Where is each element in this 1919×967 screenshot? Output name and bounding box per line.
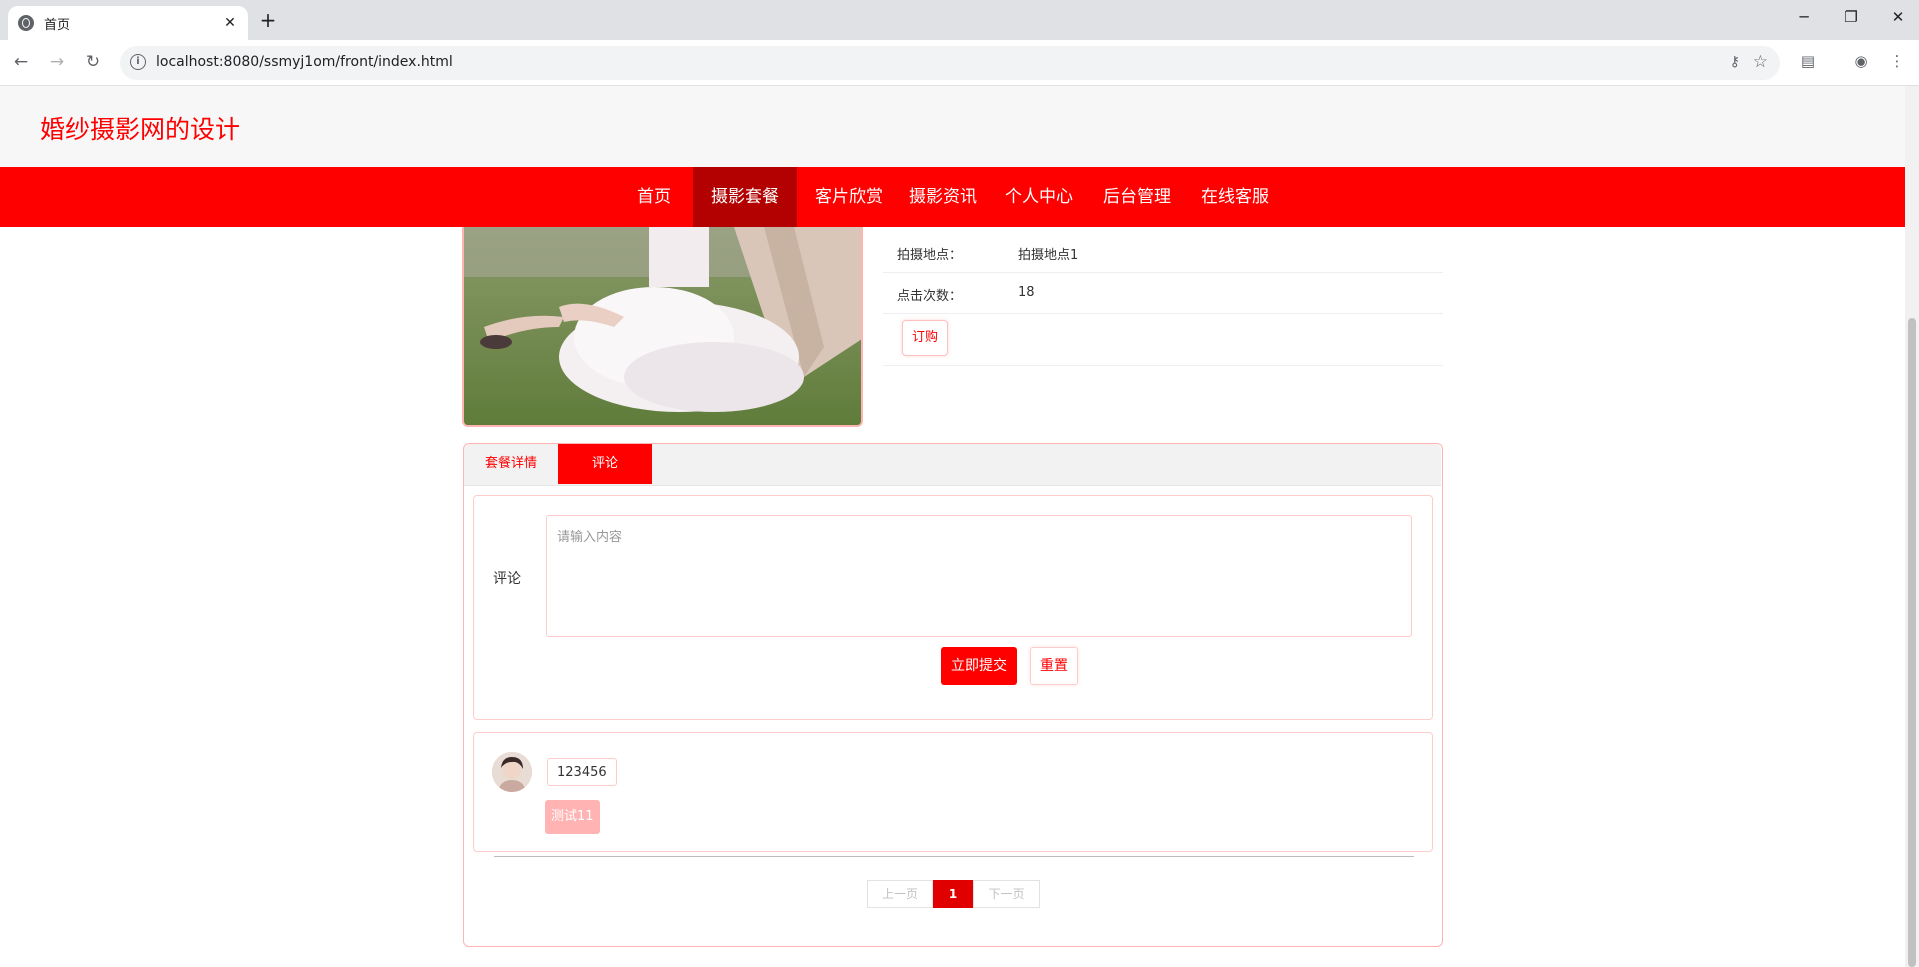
page-scrollbar[interactable]	[1905, 86, 1919, 967]
nav-item-gallery[interactable]: 客片欣赏	[809, 167, 889, 227]
nav-item-user-center[interactable]: 个人中心	[999, 167, 1079, 227]
reading-list-icon[interactable]: ▤	[1796, 52, 1820, 70]
info-row-actions: 订购	[883, 314, 1443, 366]
site-title: 婚纱摄影网的设计	[40, 115, 241, 144]
page-number-current[interactable]: 1	[933, 880, 973, 908]
site-info-icon[interactable]: i	[130, 54, 146, 70]
info-label: 拍摄地点：	[897, 248, 963, 263]
order-button[interactable]: 订购	[902, 320, 948, 356]
submit-button[interactable]: 立即提交	[941, 647, 1017, 685]
detail-panel: 套餐详情 评论 评论 立即提交 重置 123456 测试11 上一页	[463, 443, 1443, 947]
tab-comments[interactable]: 评论	[558, 444, 652, 484]
comment-label: 评论	[493, 571, 521, 587]
page-viewport: 婚纱摄影网的设计 首页 摄影套餐 客片欣赏 摄影资讯 个人中心 后台管理 在线客…	[0, 86, 1905, 967]
bookmark-star-icon[interactable]: ☆	[1753, 52, 1768, 72]
restore-icon[interactable]: ❐	[1831, 8, 1871, 26]
info-row-location: 拍摄地点： 拍摄地点1	[883, 232, 1443, 273]
comment-text: 测试11	[545, 800, 600, 834]
address-toolbar: ← → ↻ i localhost:8080/ssmyj1om/front/in…	[0, 40, 1919, 86]
info-value: 18	[1018, 285, 1035, 300]
user-avatar-icon	[492, 752, 532, 792]
comment-divider	[494, 856, 1414, 857]
new-tab-button[interactable]: +	[256, 9, 280, 33]
password-key-icon[interactable]: ⚷	[1730, 54, 1740, 70]
nav-item-admin[interactable]: 后台管理	[1097, 167, 1177, 227]
globe-icon	[18, 15, 34, 31]
close-tab-icon[interactable]: ✕	[222, 15, 238, 31]
next-page-button[interactable]: 下一页	[973, 880, 1040, 908]
comment-form: 评论 立即提交 重置	[473, 495, 1433, 720]
info-label: 点击次数：	[897, 289, 963, 304]
nav-item-home[interactable]: 首页	[627, 167, 681, 227]
avatar	[492, 752, 532, 792]
comment-username: 123456	[547, 758, 617, 786]
package-photo	[462, 227, 863, 427]
main-nav: 首页 摄影套餐 客片欣赏 摄影资讯 个人中心 后台管理 在线客服	[0, 167, 1905, 227]
nav-item-support[interactable]: 在线客服	[1195, 167, 1275, 227]
url-text[interactable]: localhost:8080/ssmyj1om/front/index.html	[156, 54, 453, 70]
prev-page-button[interactable]: 上一页	[867, 880, 933, 908]
back-icon[interactable]: ←	[9, 50, 33, 74]
comment-textarea[interactable]	[546, 515, 1412, 637]
detail-tabs: 套餐详情 评论	[464, 444, 1441, 486]
browser-tab-strip: 首页 ✕ + ─ ❐ ✕	[0, 0, 1919, 40]
omnibox[interactable]: i localhost:8080/ssmyj1om/front/index.ht…	[120, 46, 1780, 80]
nav-item-news[interactable]: 摄影资讯	[903, 167, 983, 227]
tab-package-details[interactable]: 套餐详情	[464, 444, 558, 484]
info-row-clicks: 点击次数： 18	[883, 273, 1443, 314]
info-value: 拍摄地点1	[1018, 248, 1079, 263]
comment-list: 123456 测试11	[473, 732, 1433, 857]
reload-icon[interactable]: ↻	[81, 50, 105, 74]
pagination: 上一页 1 下一页	[867, 880, 1040, 908]
scrollbar-thumb[interactable]	[1908, 318, 1916, 967]
wedding-photo-image	[464, 227, 861, 425]
package-info-table: 拍摄地点： 拍摄地点1 点击次数： 18 订购	[883, 232, 1443, 366]
forward-icon[interactable]: →	[45, 50, 69, 74]
tab-title: 首页	[44, 17, 71, 33]
browser-tab[interactable]: 首页 ✕	[8, 6, 248, 40]
profile-icon[interactable]: ◉	[1849, 52, 1873, 70]
reset-button[interactable]: 重置	[1030, 647, 1078, 685]
window-close-icon[interactable]: ✕	[1878, 8, 1918, 26]
minimize-icon[interactable]: ─	[1784, 8, 1824, 26]
nav-item-packages[interactable]: 摄影套餐	[693, 167, 797, 227]
menu-icon[interactable]: ⋮	[1885, 52, 1909, 70]
site-header: 婚纱摄影网的设计	[0, 86, 1905, 167]
